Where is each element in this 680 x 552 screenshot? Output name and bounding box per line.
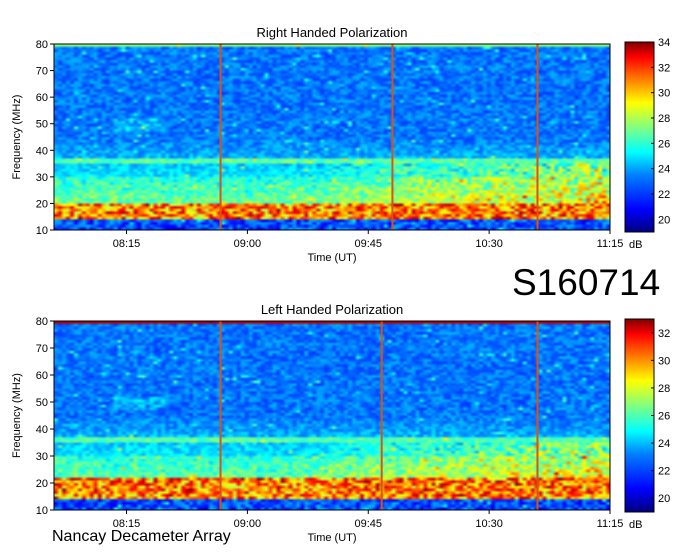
colorbar-tick-label: 20: [658, 493, 670, 505]
y-tick-label: 60: [36, 370, 48, 382]
x-tick-label: 11:15: [597, 518, 624, 530]
y-tick-label: 30: [36, 172, 48, 184]
colorbar-tick-label: 26: [658, 411, 670, 423]
colorbar-tick-label: 32: [658, 328, 670, 340]
x-tick-label: 09:00: [234, 238, 262, 250]
y-tick-label: 80: [36, 316, 48, 328]
colorbar-tick-label: 30: [658, 355, 670, 367]
colorbar: [624, 41, 655, 233]
spectrogram-image: [54, 321, 610, 510]
burst-line-2: [536, 44, 539, 230]
y-tick-label: 50: [36, 397, 48, 409]
right-handed-panel: Right Handed Polarization 10 20 30 40 50 60 70 8…: [11, 25, 670, 264]
colorbar-tick-label: 24: [658, 164, 670, 176]
y-tick-label: 20: [36, 478, 48, 490]
y-tick-label: 70: [36, 343, 48, 355]
burst-line-0: [219, 44, 222, 230]
colorbar-tick-label: 28: [658, 383, 670, 395]
colorbar: [624, 318, 655, 513]
y-tick-label: 70: [36, 66, 48, 78]
colorbar-tick-label: 32: [658, 62, 670, 74]
x-tick-label: 09:45: [354, 518, 382, 530]
spectrogram-image: [54, 44, 610, 230]
x-tick-label: 09:45: [354, 238, 382, 250]
colorbar-tick-label: 22: [658, 466, 670, 478]
left-handed-panel: Left Handed Polarization 10 20 30 40 50 60 70 80…: [11, 302, 670, 544]
x-tick-label: 10:30: [475, 238, 503, 250]
x-axis-label: Time (UT): [307, 252, 356, 264]
chart-title: Right Handed Polarization: [256, 25, 407, 40]
y-tick-label: 40: [36, 145, 48, 157]
burst-line-0: [219, 321, 222, 510]
colorbar-tick-label: 28: [658, 113, 670, 125]
colorbar-label: dB: [629, 239, 642, 251]
burst-line-2: [536, 321, 539, 510]
x-tick-label: 10:30: [475, 518, 503, 530]
burst-line-1: [380, 321, 383, 510]
x-axis-label: Time (UT): [307, 532, 356, 544]
instrument-credit: Nancay Decameter Array: [52, 528, 231, 545]
burst-line-1: [391, 44, 394, 230]
y-tick-label: 10: [36, 225, 48, 237]
chart-title: Left Handed Polarization: [261, 302, 403, 317]
x-tick-label: 11:15: [597, 238, 624, 250]
y-tick-label: 40: [36, 424, 48, 436]
x-tick-label: 09:00: [234, 518, 262, 530]
y-tick-label: 20: [36, 198, 48, 210]
colorbar-tick-label: 20: [658, 214, 670, 226]
y-tick-label: 50: [36, 119, 48, 131]
colorbar-tick-label: 26: [658, 138, 670, 150]
x-tick-label: 08:15: [113, 238, 141, 250]
y-axis-label: Frequency (MHz): [11, 95, 23, 180]
observation-id: S160714: [512, 262, 661, 303]
y-tick-label: 30: [36, 451, 48, 463]
y-tick-label: 10: [36, 505, 48, 517]
colorbar-tick-label: 22: [658, 189, 670, 201]
colorbar-tick-label: 24: [658, 438, 670, 450]
colorbar-tick-label: 30: [658, 88, 670, 100]
colorbar-label: dB: [629, 519, 642, 531]
y-axis-label: Frequency (MHz): [11, 373, 23, 458]
y-tick-label: 60: [36, 92, 48, 104]
colorbar-tick-label: 34: [658, 37, 670, 49]
y-tick-label: 80: [36, 39, 48, 51]
